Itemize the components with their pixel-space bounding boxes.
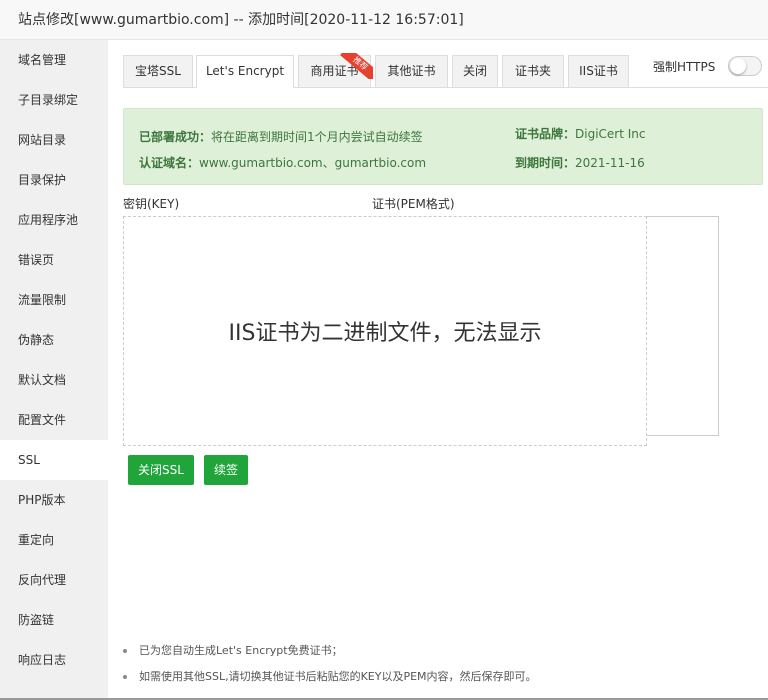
deploy-status: 已部署成功：将在距离到期时间1个月内尝试自动续签: [139, 128, 423, 145]
sidebar-item-default-doc[interactable]: 默认文档: [0, 360, 108, 400]
sidebar-item-rewrite[interactable]: 伪静态: [0, 320, 108, 360]
sidebar-item-site-dir[interactable]: 网站目录: [0, 120, 108, 160]
deploy-status-text: 将在距离到期时间1个月内尝试自动续签: [211, 130, 423, 144]
note-item: 已为您自动生成Let's Encrypt免费证书；: [121, 644, 537, 670]
cert-brand-label: 证书品牌：: [515, 127, 576, 141]
tab-close[interactable]: 关闭: [452, 55, 498, 88]
sidebar-item-reverse-proxy[interactable]: 反向代理: [0, 560, 108, 600]
recommend-badge: 推荐: [339, 53, 373, 79]
sidebar-item-ssl[interactable]: SSL: [0, 440, 108, 480]
sidebar-item-config-file[interactable]: 配置文件: [0, 400, 108, 440]
iis-binary-notice: IIS证书为二进制文件，无法显示: [123, 216, 647, 446]
cert-label: 证书(PEM格式): [372, 197, 455, 211]
force-https-toggle[interactable]: [728, 56, 762, 76]
ssl-status-panel: 已部署成功：将在距离到期时间1个月内尝试自动续签 认证域名：www.gumart…: [123, 108, 763, 185]
tab-cert-folder[interactable]: 证书夹: [502, 55, 564, 88]
sidebar-item-error-page[interactable]: 错误页: [0, 240, 108, 280]
sidebar-item-dir-protect[interactable]: 目录保护: [0, 160, 108, 200]
renew-button[interactable]: 续签: [204, 455, 249, 485]
sidebar: 域名管理 子目录绑定 网站目录 目录保护 应用程序池 错误页 流量限制 伪静态 …: [0, 40, 108, 700]
tab-baota-ssl[interactable]: 宝塔SSL: [123, 55, 193, 88]
tab-lets-encrypt[interactable]: Let's Encrypt: [196, 55, 294, 88]
close-ssl-button[interactable]: 关闭SSL: [128, 455, 194, 485]
cert-brand-value: DigiCert Inc: [575, 127, 646, 141]
sidebar-item-redirect[interactable]: 重定向: [0, 520, 108, 560]
tab-other-cert[interactable]: 其他证书: [375, 55, 448, 88]
cert-domains: 认证域名：www.gumartbio.com、gumartbio.com: [139, 154, 426, 171]
cert-expiry-label: 到期时间：: [515, 156, 576, 170]
sidebar-item-response-log[interactable]: 响应日志: [0, 640, 108, 680]
window-title: 站点修改[www.gumartbio.com] -- 添加时间[2020-11-…: [0, 0, 768, 40]
cert-domains-label: 认证域名：: [139, 156, 200, 170]
sidebar-item-subdir[interactable]: 子目录绑定: [0, 80, 108, 120]
force-https-label: 强制HTTPS: [653, 60, 716, 74]
cert-expiry-value: 2021-11-16: [575, 156, 645, 170]
tab-commercial-cert[interactable]: 商用证书 推荐: [298, 53, 373, 88]
sidebar-item-app-pool[interactable]: 应用程序池: [0, 200, 108, 240]
sidebar-item-domain[interactable]: 域名管理: [0, 40, 108, 80]
cert-expiry: 到期时间：2021-11-16: [515, 154, 645, 171]
deploy-status-label: 已部署成功：: [139, 130, 212, 144]
tab-iis-cert[interactable]: IIS证书: [568, 55, 629, 88]
recommend-badge-text: 推荐: [340, 53, 373, 79]
note-item: 如需使用其他SSL,请切换其他证书后粘贴您的KEY以及PEM内容，然后保存即可。: [121, 670, 537, 696]
cert-domains-value: www.gumartbio.com、gumartbio.com: [199, 156, 427, 170]
cert-brand: 证书品牌：DigiCert Inc: [515, 125, 646, 142]
sidebar-item-traffic-limit[interactable]: 流量限制: [0, 280, 108, 320]
key-label: 密钥(KEY): [123, 197, 180, 211]
sidebar-item-php-version[interactable]: PHP版本: [0, 480, 108, 520]
help-notes: 已为您自动生成Let's Encrypt免费证书； 如需使用其他SSL,请切换其…: [121, 644, 537, 696]
main-panel: 宝塔SSL Let's Encrypt 商用证书 推荐 其他证书 关闭 证书夹 …: [108, 40, 768, 700]
toggle-knob: [730, 58, 746, 74]
sidebar-item-hotlink[interactable]: 防盗链: [0, 600, 108, 640]
